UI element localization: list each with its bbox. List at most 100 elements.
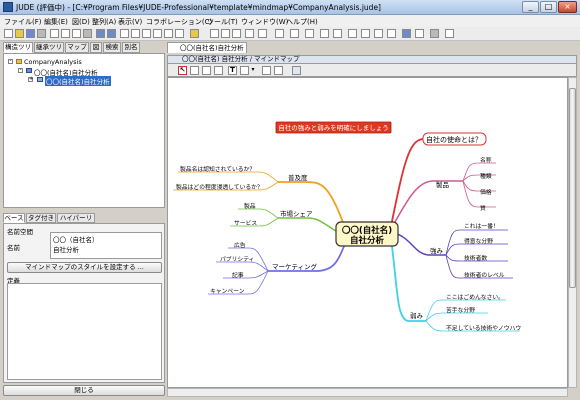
route-icon[interactable] [374,29,383,38]
menu-file[interactable]: ファイル(F) [4,17,42,27]
tool-extra-icon[interactable] [445,29,454,38]
branch-label-products[interactable]: 製品 [436,180,449,189]
leaf-label[interactable]: 得意な分野 [464,237,493,245]
branch-label-marketing[interactable]: マーケティング [272,262,317,271]
branch-label-strength[interactable]: 強み [430,247,444,255]
align-left-icon[interactable] [210,29,219,38]
grid-icon[interactable] [120,29,129,38]
menu-view[interactable]: 表示(V) [118,17,142,27]
tab-alias[interactable]: 別名 [122,42,140,53]
expand-toggle[interactable]: - [8,59,13,64]
maximize-button[interactable]: □ [540,1,557,13]
text-tool-icon[interactable]: T [228,66,237,75]
align-right-icon[interactable] [232,29,241,38]
fill-color-icon[interactable] [402,29,411,38]
search-icon[interactable] [131,29,140,38]
curve-tool-icon[interactable] [190,66,199,75]
menu-diagram[interactable]: 図(D) [72,17,90,27]
line-tool-icon[interactable] [202,66,211,75]
expand-toggle[interactable]: - [18,68,23,73]
tab-tagged-values[interactable]: タグ付き値 [26,213,56,231]
mindmap-canvas[interactable]: 自社の強みと弱みを明確にしましょう 自社の使命とは？ 〇〇(自社名) 自社分析 … [167,77,568,388]
leaf-label[interactable]: 名称 [480,156,492,164]
image-tool-icon[interactable] [292,66,301,75]
menu-help[interactable]: ヘルプ(H) [286,17,318,27]
node-color-icon[interactable] [430,29,439,38]
tree-selected-node[interactable]: 〇〇(自社名)自社分析 [45,76,111,86]
save-icon[interactable] [26,29,35,38]
arrow-icon[interactable] [348,29,357,38]
leaf-label[interactable]: 種類 [480,172,492,180]
tab-hyperlink[interactable]: ハイパーリンク [57,213,95,231]
copy-icon[interactable] [61,29,70,38]
pen-tool-icon[interactable] [262,66,271,75]
distribute-icon[interactable] [258,29,267,38]
shape-tool-icon[interactable] [240,66,249,75]
align-center-icon[interactable] [221,29,230,38]
minimize-button[interactable]: _ [522,1,539,13]
tab-base[interactable]: ベース [3,213,25,223]
align-top-icon[interactable] [275,29,284,38]
tab-map[interactable]: マップ [65,42,89,53]
new-file-icon[interactable] [4,29,13,38]
leaf-label[interactable]: 技術者数 [464,254,487,262]
close-button[interactable]: × [558,1,577,13]
tab-diagram[interactable]: 図 [90,42,102,53]
leaf-label[interactable]: キャンペーン [210,288,245,295]
editor-tab[interactable]: 〇〇(自社名)自社分析 [167,42,247,53]
select-tool-icon[interactable]: ↖ [178,66,187,75]
set-mindmap-style-button[interactable]: マインドマップのスタイルを設定する ... [7,262,162,273]
shape-icon[interactable] [387,29,396,38]
horizontal-scrollbar[interactable] [167,388,568,397]
delete-icon[interactable] [83,29,92,38]
zoom-in-icon[interactable] [142,29,151,38]
leaf-label[interactable]: 広告 [234,241,246,249]
zoom-out-icon[interactable] [153,29,162,38]
tree-root[interactable]: CompanyAnalysis [24,58,82,66]
open-folder-icon[interactable] [15,29,24,38]
link-tool-icon[interactable] [214,66,223,75]
close-panel-button[interactable]: 閉じる [3,385,165,396]
align-bottom-icon[interactable] [305,29,314,38]
node-tool-icon[interactable] [274,66,283,75]
leaf-label[interactable]: 製品 [244,202,256,210]
leaf-label[interactable]: 価格 [480,188,492,196]
line-style-icon[interactable] [333,29,342,38]
vertical-scroll-thumb[interactable] [569,88,576,288]
print-icon[interactable] [37,29,46,38]
shape-dropdown-icon[interactable]: ▾ [250,66,256,75]
expand-toggle[interactable]: + [28,77,33,82]
paste-icon[interactable] [72,29,81,38]
leaf-label[interactable]: 技術者のレベル [464,271,505,279]
leaf-label[interactable]: 記事 [232,271,244,279]
definition-textarea[interactable] [7,283,162,380]
branch-label-share[interactable]: 市場シェア [280,209,313,218]
menu-collaboration[interactable]: コラボレーション(C) [146,17,212,27]
align-middle-icon[interactable] [290,29,299,38]
spacing-icon[interactable] [320,29,329,38]
branch-label-popularity[interactable]: 普及度 [288,173,308,182]
menu-edit[interactable]: 編集(E) [44,17,68,27]
zoom-reset-icon[interactable] [175,29,184,38]
leaf-label[interactable]: これは一番！ [464,223,499,230]
branch-label-weakness[interactable]: 弱み [410,312,424,320]
tab-inheritance-tree[interactable]: 継承ツリー [34,42,64,60]
lightbulb-icon[interactable] [190,29,199,38]
tab-search[interactable]: 検索 [103,42,121,53]
leaf-label[interactable]: 製品はどの程度浸透しているか？ [176,183,263,191]
leaf-label[interactable]: パブリシティ [220,255,254,263]
menu-window[interactable]: ウィンドウ(W) [241,17,288,27]
tab-structure-tree[interactable]: 構造ツリー [3,42,33,60]
menu-align[interactable]: 整列(A) [92,17,116,27]
leaf-label[interactable]: ここはごめんなさい。 [446,293,504,301]
leaf-label[interactable]: サービス [234,219,257,227]
leaf-label[interactable]: 苦手な分野 [446,306,475,314]
undo-icon[interactable] [96,29,105,38]
connector-icon[interactable] [361,29,370,38]
leaf-label[interactable]: 質 [480,204,486,212]
redo-icon[interactable] [107,29,116,38]
line-color-icon[interactable] [415,29,424,38]
layout-icon[interactable] [245,29,254,38]
menu-tool[interactable]: ツール(T) [207,17,238,27]
name-field[interactable]: 〇〇（自社名） 自社分析 [50,232,162,259]
